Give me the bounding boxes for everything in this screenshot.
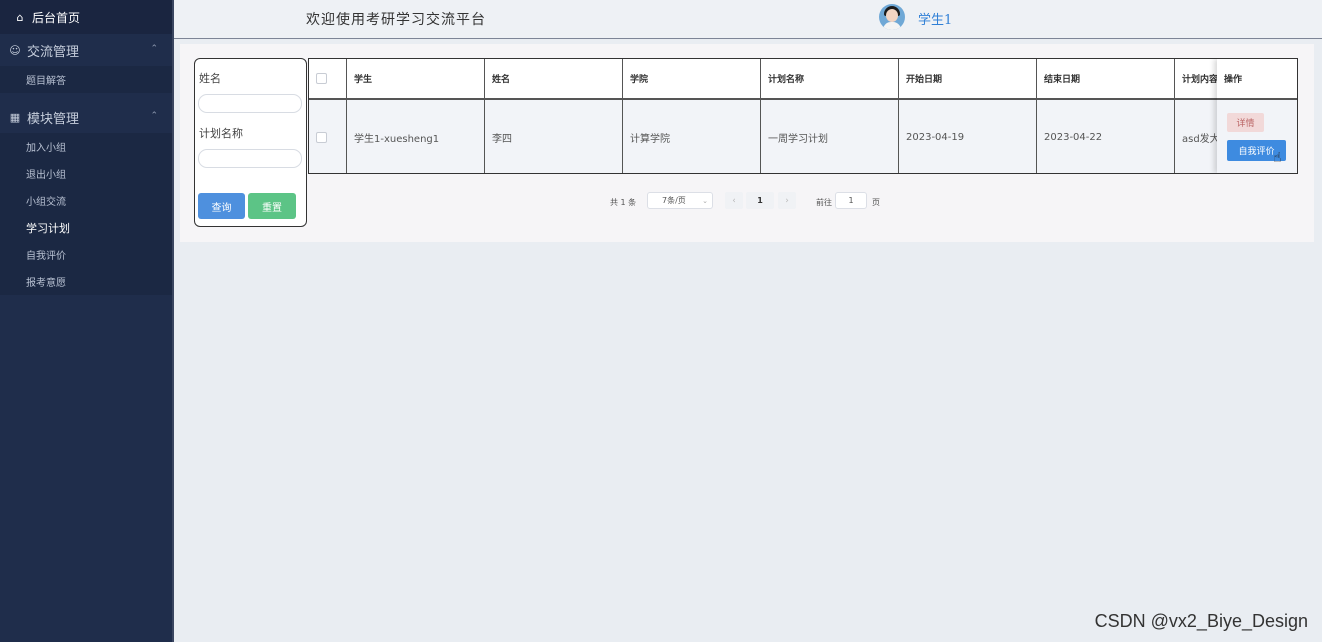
sidebar-group-communication[interactable]: ☺ 交流管理 ⌃ <box>0 34 172 66</box>
hand-cursor-icon: ☝ <box>1273 150 1282 166</box>
sidebar-item-label: 加入小组 <box>26 143 66 154</box>
sidebar-item-self-evaluation[interactable]: 自我评价 <box>0 241 172 268</box>
data-table: 学生 姓名 学院 计划名称 开始日期 结束日期 计划内容 学生1-xueshen… <box>308 58 1298 174</box>
table-row[interactable]: 学生1-xuesheng1 李四 计算学院 一周学习计划 2023-04-19 … <box>309 100 1297 173</box>
sidebar-item-answers[interactable]: 题目解答 <box>0 66 172 93</box>
table-header: 学生 姓名 学院 计划名称 开始日期 结束日期 计划内容 <box>309 59 1297 100</box>
plan-name-input[interactable] <box>198 149 302 168</box>
avatar-face <box>886 9 898 22</box>
sidebar-item-leave-group[interactable]: 退出小组 <box>0 160 172 187</box>
sidebar: ⌂ 后台首页 ☺ 交流管理 ⌃ 题目解答 ▦ 模块管理 ⌃ 加入小组 退出小组 … <box>0 0 174 642</box>
action-column: 操作 详情 自我评价 ☝ <box>1217 59 1297 173</box>
chevron-right-icon: › <box>785 195 789 206</box>
sidebar-item-label: 自我评价 <box>26 251 66 262</box>
pagination-total: 共 1 条 <box>610 198 637 207</box>
chevron-up-icon: ⌃ <box>150 111 158 121</box>
header: 欢迎使用考研学习交流平台 学生1 <box>174 0 1322 39</box>
next-page-button[interactable]: › <box>778 192 796 209</box>
sidebar-group-modules[interactable]: ▦ 模块管理 ⌃ <box>0 101 172 133</box>
checkbox[interactable] <box>316 73 327 84</box>
sidebar-item-exam-intention[interactable]: 报考意愿 <box>0 268 172 295</box>
sidebar-item-label: 题目解答 <box>26 76 66 87</box>
sidebar-item-study-plan[interactable]: 学习计划 <box>0 214 172 241</box>
goto-label: 前往 <box>816 198 832 207</box>
checkbox[interactable] <box>316 131 327 143</box>
sidebar-item-join-group[interactable]: 加入小组 <box>0 133 172 160</box>
cell-college: 计算学院 <box>623 100 761 173</box>
header-select-all[interactable] <box>309 59 347 98</box>
row-select[interactable] <box>309 100 347 173</box>
sidebar-group-label: 交流管理 <box>27 44 80 60</box>
chevron-down-icon: ⌄ <box>702 197 708 205</box>
cell-end-date: 2023-04-22 <box>1037 100 1175 173</box>
page-unit-label: 页 <box>872 198 880 207</box>
sidebar-divider <box>0 93 172 101</box>
watermark: CSDN @vx2_Biye_Design <box>1094 611 1308 631</box>
grid-icon: ▦ <box>9 110 21 124</box>
sidebar-home[interactable]: ⌂ 后台首页 <box>0 0 172 34</box>
column-header-plan-name[interactable]: 计划名称 <box>761 59 899 98</box>
cell-student: 学生1-xuesheng1 <box>347 100 485 173</box>
name-label: 姓名 <box>199 72 221 85</box>
page-number[interactable]: 1 <box>746 192 774 209</box>
sidebar-home-label: 后台首页 <box>32 10 81 25</box>
pagination: 共 1 条 7条/页 ⌄ ‹ 1 › 前往 1 页 <box>180 192 1314 212</box>
cell-start-date: 2023-04-19 <box>899 100 1037 173</box>
column-header-end-date[interactable]: 结束日期 <box>1037 59 1175 98</box>
page-size-value: 7条/页 <box>662 196 686 205</box>
column-header-actions: 操作 <box>1217 59 1297 100</box>
column-header-name[interactable]: 姓名 <box>485 59 623 98</box>
cell-name: 李四 <box>485 100 623 173</box>
prev-page-button[interactable]: ‹ <box>725 192 743 209</box>
column-header-college[interactable]: 学院 <box>623 59 761 98</box>
action-cell: 详情 自我评价 ☝ <box>1217 100 1297 173</box>
sidebar-item-label: 学习计划 <box>26 221 70 235</box>
content-panel: 姓名 计划名称 查询 重置 学生 姓名 学院 计划名称 开始日期 结束日期 计划… <box>180 44 1314 242</box>
detail-button[interactable]: 详情 <box>1227 113 1264 132</box>
name-input[interactable] <box>198 94 302 113</box>
page-title: 欢迎使用考研学习交流平台 <box>306 12 486 28</box>
sidebar-group-label: 模块管理 <box>27 111 80 127</box>
home-icon: ⌂ <box>16 10 24 24</box>
avatar[interactable] <box>879 4 905 30</box>
horizontal-scrollbar[interactable] <box>309 173 1028 174</box>
cell-plan-name: 一周学习计划 <box>761 100 899 173</box>
avatar-body <box>883 22 901 30</box>
sidebar-item-label: 退出小组 <box>26 170 66 181</box>
column-header-start-date[interactable]: 开始日期 <box>899 59 1037 98</box>
chat-icon: ☺ <box>9 43 21 57</box>
sidebar-item-label: 报考意愿 <box>26 278 66 289</box>
sidebar-item-label: 小组交流 <box>26 197 66 208</box>
chevron-left-icon: ‹ <box>732 195 736 206</box>
goto-page-input[interactable]: 1 <box>835 192 867 209</box>
sidebar-item-group-chat[interactable]: 小组交流 <box>0 187 172 214</box>
column-header-student[interactable]: 学生 <box>347 59 485 98</box>
chevron-up-icon: ⌃ <box>150 44 158 54</box>
username[interactable]: 学生1 <box>918 9 952 28</box>
plan-name-label: 计划名称 <box>199 127 243 140</box>
page-size-select[interactable]: 7条/页 ⌄ <box>647 192 713 209</box>
